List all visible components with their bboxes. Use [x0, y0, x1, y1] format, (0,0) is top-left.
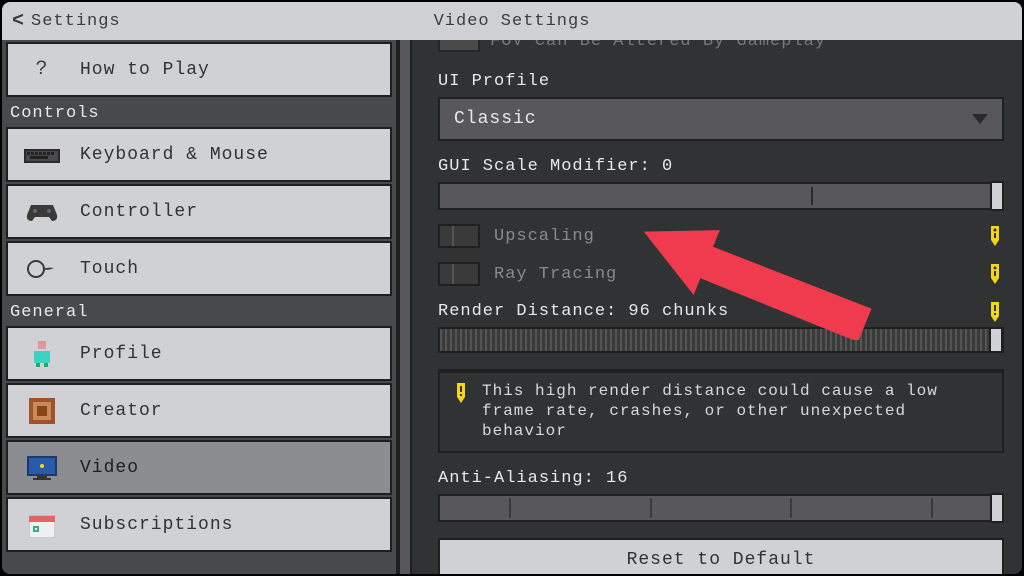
back-button[interactable]: < Settings: [12, 10, 121, 33]
sidebar-item-keyboard[interactable]: Keyboard & Mouse: [6, 127, 392, 182]
anti-aliasing-label: Anti-Aliasing: 16: [438, 469, 1004, 488]
creator-icon: [22, 397, 62, 425]
reset-to-default-button[interactable]: Reset to Default: [438, 538, 1004, 574]
sidebar-item-label: How to Play: [80, 60, 210, 80]
keyboard-icon: [22, 141, 62, 169]
gui-scale-slider[interactable]: [438, 182, 1004, 210]
ui-profile-label: UI Profile: [438, 72, 1004, 91]
warning-icon[interactable]: [988, 302, 1002, 322]
settings-sidebar: ? How to Play Controls Keyboard & Mouse …: [2, 40, 398, 574]
render-distance-label: Render Distance: 96 chunks: [438, 302, 1004, 321]
upscaling-row: Upscaling: [438, 224, 1004, 248]
sidebar-item-subscriptions[interactable]: Subscriptions: [6, 497, 392, 552]
upscaling-label: Upscaling: [494, 227, 595, 246]
sidebar-item-label: Keyboard & Mouse: [80, 145, 269, 165]
ui-profile-value: Classic: [454, 109, 537, 129]
sidebar-item-profile[interactable]: Profile: [6, 326, 392, 381]
sidebar-item-how-to-play[interactable]: ? How to Play: [6, 42, 392, 97]
sidebar-item-controller[interactable]: Controller: [6, 184, 392, 239]
sidebar-header-general: General: [6, 298, 392, 326]
sidebar-item-label: Video: [80, 458, 139, 478]
info-icon[interactable]: [988, 264, 1002, 284]
back-label: Settings: [31, 12, 121, 31]
sidebar-item-label: Subscriptions: [80, 515, 233, 535]
video-icon: [22, 454, 62, 482]
gui-scale-label: GUI Scale Modifier: 0: [438, 157, 1004, 176]
warning-text: This high render distance could cause a …: [482, 381, 988, 441]
question-icon: ?: [22, 55, 62, 85]
info-icon[interactable]: [988, 226, 1002, 246]
render-distance-slider[interactable]: [438, 327, 1004, 353]
touch-icon: [22, 255, 62, 283]
ray-tracing-label: Ray Tracing: [494, 265, 617, 284]
sidebar-header-controls: Controls: [6, 99, 392, 127]
profile-icon: [22, 340, 62, 368]
ui-profile-dropdown[interactable]: Classic: [438, 97, 1004, 141]
sidebar-item-label: Controller: [80, 202, 198, 222]
ray-tracing-row: Ray Tracing: [438, 262, 1004, 286]
sidebar-item-touch[interactable]: Touch: [6, 241, 392, 296]
video-settings-panel: FOV Can Be Altered By Gameplay UI Profil…: [412, 40, 1022, 574]
render-distance-warning: This high render distance could cause a …: [438, 369, 1004, 453]
sidebar-item-label: Profile: [80, 344, 163, 364]
chevron-down-icon: [972, 114, 988, 124]
upscaling-toggle[interactable]: [438, 224, 480, 248]
anti-aliasing-slider[interactable]: [438, 494, 1004, 522]
sidebar-item-label: Creator: [80, 401, 163, 421]
sidebar-item-label: Touch: [80, 259, 139, 279]
fov-toggle-label: FOV Can Be Altered By Gameplay: [490, 40, 826, 51]
sidebar-item-video[interactable]: Video: [6, 440, 392, 495]
reset-label: Reset to Default: [627, 550, 816, 570]
sidebar-scrollbar[interactable]: [398, 40, 412, 574]
chevron-left-icon: <: [12, 10, 25, 33]
sidebar-item-creator[interactable]: Creator: [6, 383, 392, 438]
cutoff-row: FOV Can Be Altered By Gameplay: [438, 40, 1004, 56]
fov-toggle[interactable]: [438, 40, 480, 52]
page-title: Video Settings: [434, 12, 591, 31]
ray-tracing-toggle[interactable]: [438, 262, 480, 286]
subscriptions-icon: [22, 511, 62, 539]
controller-icon: [22, 198, 62, 226]
warning-icon: [454, 383, 468, 405]
